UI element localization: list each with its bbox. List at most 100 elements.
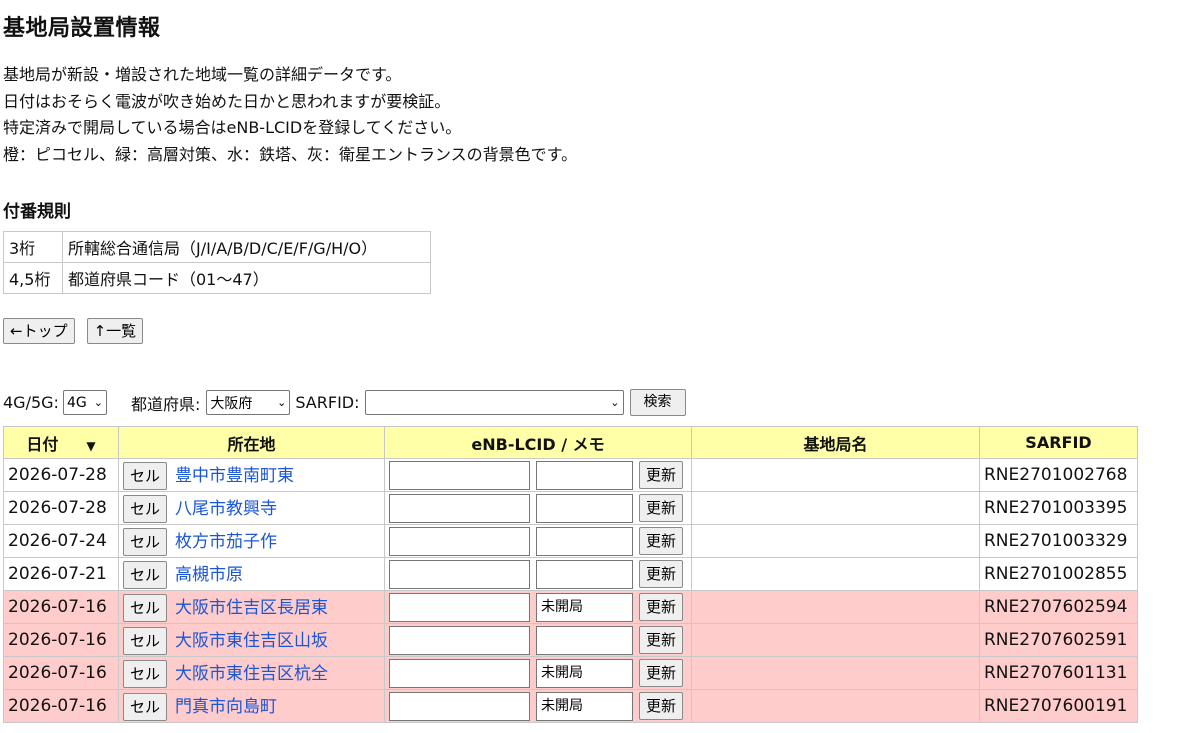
memo-input[interactable] bbox=[536, 493, 633, 523]
memo-input[interactable] bbox=[536, 559, 633, 589]
sarfid-label: SARFID: bbox=[295, 393, 360, 412]
table-row: 2026-07-28 セル 豊中市豊南町東 更新 RNE2701002768 bbox=[3, 458, 1138, 492]
enb-lcid-input[interactable] bbox=[389, 592, 530, 622]
update-button[interactable]: 更新 bbox=[639, 593, 684, 621]
location-cell: セル 門真市向島町 bbox=[118, 689, 385, 723]
memo-input[interactable] bbox=[536, 460, 633, 490]
sarfid-cell: RNE2701002855 bbox=[979, 557, 1138, 591]
rules-value: 都道府県コード（01～47） bbox=[62, 262, 431, 294]
location-cell: セル 高槻市原 bbox=[118, 557, 385, 591]
chevron-down-icon: ⌄ bbox=[277, 396, 287, 409]
location-cell: セル 枚方市茄子作 bbox=[118, 524, 385, 558]
rules-key: 4,5桁 bbox=[3, 262, 63, 294]
date-cell: 2026-07-28 bbox=[3, 458, 119, 492]
memo-input[interactable]: 未開局 bbox=[536, 592, 633, 622]
enb-lcid-input[interactable] bbox=[389, 658, 530, 688]
location-link[interactable]: 大阪市住吉区長居東 bbox=[175, 598, 328, 618]
update-button[interactable]: 更新 bbox=[639, 659, 684, 687]
chevron-down-icon: ⌄ bbox=[93, 396, 103, 409]
update-button[interactable]: 更新 bbox=[639, 461, 684, 489]
sarfid-column-header: SARFID bbox=[979, 426, 1138, 459]
enb-lcid-input[interactable] bbox=[389, 460, 530, 490]
enb-lcid-input[interactable] bbox=[389, 526, 530, 556]
date-cell: 2026-07-16 bbox=[3, 623, 119, 657]
location-link[interactable]: 豊中市豊南町東 bbox=[175, 466, 294, 486]
rules-row: 3桁 所轄総合通信局（J/I/A/B/D/C/E/F/G/H/O） bbox=[3, 231, 431, 263]
enb-cell: 未開局 更新 bbox=[384, 590, 692, 624]
enb-lcid-input[interactable] bbox=[389, 691, 530, 721]
pref-select[interactable]: 大阪府 ⌄ bbox=[206, 390, 291, 415]
station-column-header: 基地局名 bbox=[691, 426, 980, 459]
table-body: 2026-07-28 セル 豊中市豊南町東 更新 RNE2701002768 2026-0… bbox=[3, 458, 1138, 723]
location-link[interactable]: 大阪市東住吉区杭全 bbox=[175, 664, 328, 684]
update-button[interactable]: 更新 bbox=[639, 692, 684, 720]
update-button[interactable]: 更新 bbox=[639, 626, 684, 654]
intro-line: 基地局が新設・増設された地域一覧の詳細データです。 bbox=[3, 65, 402, 84]
cell-button[interactable]: セル bbox=[123, 593, 168, 622]
nav-buttons: ←トップ ↑一覧 bbox=[3, 318, 144, 344]
table-row: 2026-07-16 セル 大阪市東住吉区杭全 未開局 更新 RNE2707601131 bbox=[3, 656, 1138, 690]
sarfid-cell: RNE2707602594 bbox=[979, 590, 1138, 624]
memo-input[interactable]: 未開局 bbox=[536, 691, 633, 721]
date-cell: 2026-07-16 bbox=[3, 656, 119, 690]
station-table: 日付 ▼ 所在地 eNB-LCID / メモ 基地局名 SARFID 2026-0… bbox=[3, 426, 1138, 723]
top-button[interactable]: ←トップ bbox=[3, 318, 75, 344]
date-column-header[interactable]: 日付 ▼ bbox=[3, 426, 119, 459]
rules-heading: 付番規則 bbox=[3, 202, 71, 222]
memo-input[interactable] bbox=[536, 526, 633, 556]
enb-lcid-input[interactable] bbox=[389, 493, 530, 523]
gen-select-value: 4G bbox=[66, 394, 87, 411]
search-button[interactable]: 検索 bbox=[629, 389, 686, 416]
location-link[interactable]: 大阪市東住吉区山坂 bbox=[175, 631, 328, 651]
enb-cell: 更新 bbox=[384, 557, 692, 591]
date-cell: 2026-07-16 bbox=[3, 689, 119, 723]
update-button[interactable]: 更新 bbox=[639, 527, 684, 555]
station-name-cell bbox=[691, 590, 980, 624]
intro-line: 日付はおそらく電波が吹き始めた日かと思われますが要検証。 bbox=[3, 91, 451, 111]
location-link[interactable]: 八尾市教興寺 bbox=[175, 499, 277, 519]
sarfid-select[interactable]: ⌄ bbox=[364, 390, 624, 415]
date-cell: 2026-07-24 bbox=[3, 524, 119, 558]
table-header-row: 日付 ▼ 所在地 eNB-LCID / メモ 基地局名 SARFID bbox=[3, 426, 1138, 459]
page-title: 基地局設置情報 bbox=[3, 16, 161, 41]
location-cell: セル 大阪市東住吉区杭全 bbox=[118, 656, 385, 690]
enb-cell: 未開局 更新 bbox=[384, 689, 692, 723]
filter-bar: 4G/5G: 4G ⌄ 都道府県: 大阪府 ⌄ SARFID: ⌄ 検索 bbox=[3, 389, 686, 416]
enb-column-header: eNB-LCID / メモ bbox=[384, 426, 692, 459]
rules-table: 3桁 所轄総合通信局（J/I/A/B/D/C/E/F/G/H/O） 4,5桁 都… bbox=[3, 231, 431, 294]
pref-label: 都道府県: bbox=[130, 394, 201, 414]
station-name-cell bbox=[691, 524, 980, 558]
enb-lcid-input[interactable] bbox=[389, 559, 530, 589]
enb-cell: 未開局 更新 bbox=[384, 656, 692, 690]
cell-button[interactable]: セル bbox=[123, 461, 168, 490]
location-link[interactable]: 高槻市原 bbox=[175, 565, 243, 585]
sort-desc-icon: ▼ bbox=[86, 438, 96, 453]
memo-input[interactable] bbox=[536, 625, 633, 655]
location-link[interactable]: 門真市向島町 bbox=[175, 697, 277, 717]
enb-cell: 更新 bbox=[384, 623, 692, 657]
cell-button[interactable]: セル bbox=[123, 527, 168, 556]
table-row: 2026-07-21 セル 高槻市原 更新 RNE2701002855 bbox=[3, 557, 1138, 591]
cell-button[interactable]: セル bbox=[123, 626, 168, 655]
location-link[interactable]: 枚方市茄子作 bbox=[175, 532, 277, 552]
update-button[interactable]: 更新 bbox=[639, 494, 684, 522]
cell-button[interactable]: セル bbox=[123, 494, 168, 523]
update-button[interactable]: 更新 bbox=[639, 560, 684, 588]
sarfid-cell: RNE2707601131 bbox=[979, 656, 1138, 690]
cell-button[interactable]: セル bbox=[123, 560, 168, 589]
rules-key: 3桁 bbox=[3, 231, 63, 263]
location-cell: セル 大阪市東住吉区山坂 bbox=[118, 623, 385, 657]
sarfid-cell: RNE2707600191 bbox=[979, 689, 1138, 723]
cell-button[interactable]: セル bbox=[123, 659, 168, 688]
date-cell: 2026-07-28 bbox=[3, 491, 119, 525]
memo-input[interactable]: 未開局 bbox=[536, 658, 633, 688]
list-button[interactable]: ↑一覧 bbox=[86, 318, 144, 344]
rules-row: 4,5桁 都道府県コード（01～47） bbox=[3, 262, 431, 294]
pref-select-value: 大阪府 bbox=[210, 395, 253, 412]
enb-lcid-input[interactable] bbox=[389, 625, 530, 655]
table-row: 2026-07-28 セル 八尾市教興寺 更新 RNE2701003395 bbox=[3, 491, 1138, 525]
cell-button[interactable]: セル bbox=[123, 692, 168, 721]
gen-select[interactable]: 4G ⌄ bbox=[62, 390, 107, 415]
location-cell: セル 豊中市豊南町東 bbox=[118, 458, 385, 492]
table-row: 2026-07-24 セル 枚方市茄子作 更新 RNE2701003329 bbox=[3, 524, 1138, 558]
